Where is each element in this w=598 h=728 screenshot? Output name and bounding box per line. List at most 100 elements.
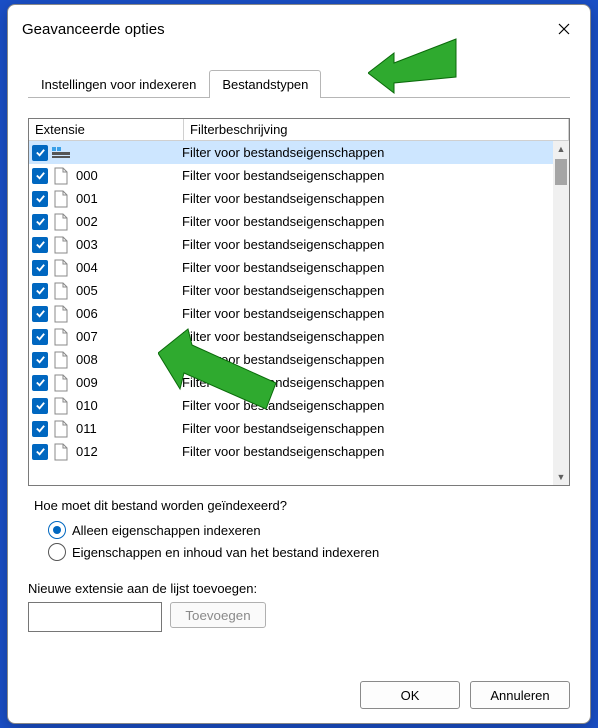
file-icon [52, 374, 70, 392]
extension-cell: 003 [76, 237, 182, 252]
filter-cell: Filter voor bestandseigenschappen [182, 168, 569, 183]
file-types-list[interactable]: Extensie Filterbeschrijving Filter voor … [28, 118, 570, 486]
checkbox[interactable] [32, 444, 48, 460]
checkbox[interactable] [32, 329, 48, 345]
extension-cell: 011 [76, 421, 182, 436]
filter-cell: Filter voor bestandseigenschappen [182, 214, 569, 229]
tab-file-types[interactable]: Bestandstypen [209, 70, 321, 98]
radio-icon [48, 521, 66, 539]
filter-cell: Filter voor bestandseigenschappen [182, 191, 569, 206]
scrollbar-thumb[interactable] [555, 159, 567, 185]
extension-cell: 000 [76, 168, 182, 183]
radio-icon [48, 543, 66, 561]
checkbox[interactable] [32, 214, 48, 230]
file-icon [52, 213, 70, 231]
checkbox[interactable] [32, 375, 48, 391]
filter-cell: Filter voor bestandseigenschappen [182, 329, 569, 344]
file-icon [52, 328, 70, 346]
checkbox[interactable] [32, 283, 48, 299]
indexing-question: Hoe moet dit bestand worden geïndexeerd? [28, 486, 570, 517]
table-row[interactable]: 003Filter voor bestandseigenschappen [29, 233, 569, 256]
checkbox[interactable] [32, 352, 48, 368]
checkbox[interactable] [32, 237, 48, 253]
radio-label: Eigenschappen en inhoud van het bestand … [72, 545, 379, 560]
table-row[interactable]: 009Filter voor bestandseigenschappen [29, 371, 569, 394]
table-row[interactable]: 008Filter voor bestandseigenschappen [29, 348, 569, 371]
file-icon [52, 420, 70, 438]
extension-cell: 001 [76, 191, 182, 206]
new-extension-input[interactable] [28, 602, 162, 632]
file-icon [52, 190, 70, 208]
window-title: Geavanceerde opties [22, 21, 550, 38]
extension-cell: 007 [76, 329, 182, 344]
table-row[interactable]: 005Filter voor bestandseigenschappen [29, 279, 569, 302]
checkbox[interactable] [32, 145, 48, 161]
list-header: Extensie Filterbeschrijving [29, 119, 569, 141]
file-icon [52, 397, 70, 415]
file-icon [52, 443, 70, 461]
file-icon [52, 305, 70, 323]
scrollbar[interactable]: ▲ ▼ [553, 141, 569, 485]
filter-cell: Filter voor bestandseigenschappen [182, 398, 569, 413]
filter-cell: Filter voor bestandseigenschappen [182, 375, 569, 390]
table-row[interactable]: 001Filter voor bestandseigenschappen [29, 187, 569, 210]
checkbox[interactable] [32, 168, 48, 184]
table-row[interactable]: 002Filter voor bestandseigenschappen [29, 210, 569, 233]
new-extension-section: Nieuwe extensie aan de lijst toevoegen: … [28, 571, 570, 632]
extension-cell: 004 [76, 260, 182, 275]
titlebar: Geavanceerde opties [8, 5, 590, 49]
filter-cell: Filter voor bestandseigenschappen [182, 145, 569, 160]
radio-properties-only[interactable]: Alleen eigenschappen indexeren [48, 519, 570, 541]
ok-button[interactable]: OK [360, 681, 460, 709]
close-button[interactable] [550, 15, 578, 43]
advanced-options-dialog: Geavanceerde opties Instellingen voor in… [7, 4, 591, 724]
tab-bar: Instellingen voor indexeren Bestandstype… [28, 69, 570, 98]
checkbox[interactable] [32, 421, 48, 437]
table-row[interactable]: 012Filter voor bestandseigenschappen [29, 440, 569, 463]
extension-cell: 012 [76, 444, 182, 459]
table-row[interactable]: Filter voor bestandseigenschappen [29, 141, 569, 164]
file-icon [52, 351, 70, 369]
table-row[interactable]: 000Filter voor bestandseigenschappen [29, 164, 569, 187]
checkbox[interactable] [32, 398, 48, 414]
tab-indexing-settings[interactable]: Instellingen voor indexeren [28, 70, 209, 98]
file-icon [52, 167, 70, 185]
cancel-button[interactable]: Annuleren [470, 681, 570, 709]
extension-cell: 010 [76, 398, 182, 413]
file-icon [52, 236, 70, 254]
scrollbar-up-arrow[interactable]: ▲ [553, 141, 569, 157]
extension-cell: 006 [76, 306, 182, 321]
scrollbar-down-arrow[interactable]: ▼ [553, 469, 569, 485]
extension-cell: 005 [76, 283, 182, 298]
extension-cell: 008 [76, 352, 182, 367]
indexing-radio-group: Alleen eigenschappen indexeren Eigenscha… [28, 517, 570, 571]
filter-cell: Filter voor bestandseigenschappen [182, 306, 569, 321]
table-row[interactable]: 004Filter voor bestandseigenschappen [29, 256, 569, 279]
table-row[interactable]: 011Filter voor bestandseigenschappen [29, 417, 569, 440]
special-file-icon [52, 144, 70, 162]
column-filter[interactable]: Filterbeschrijving [184, 119, 569, 140]
file-icon [52, 282, 70, 300]
filter-cell: Filter voor bestandseigenschappen [182, 444, 569, 459]
table-row[interactable]: 007Filter voor bestandseigenschappen [29, 325, 569, 348]
table-row[interactable]: 010Filter voor bestandseigenschappen [29, 394, 569, 417]
filter-cell: Filter voor bestandseigenschappen [182, 421, 569, 436]
table-row[interactable]: 006Filter voor bestandseigenschappen [29, 302, 569, 325]
checkbox[interactable] [32, 260, 48, 276]
add-button[interactable]: Toevoegen [170, 602, 266, 628]
filter-cell: Filter voor bestandseigenschappen [182, 283, 569, 298]
column-extension[interactable]: Extensie [29, 119, 184, 140]
file-icon [52, 259, 70, 277]
extension-cell: 002 [76, 214, 182, 229]
radio-properties-and-content[interactable]: Eigenschappen en inhoud van het bestand … [48, 541, 570, 563]
radio-label: Alleen eigenschappen indexeren [72, 523, 261, 538]
dialog-buttons: OK Annuleren [360, 681, 570, 709]
close-icon [558, 23, 570, 35]
filter-cell: Filter voor bestandseigenschappen [182, 260, 569, 275]
checkbox[interactable] [32, 191, 48, 207]
extension-cell: 009 [76, 375, 182, 390]
checkbox[interactable] [32, 306, 48, 322]
new-extension-label: Nieuwe extensie aan de lijst toevoegen: [28, 581, 570, 596]
filter-cell: Filter voor bestandseigenschappen [182, 352, 569, 367]
filter-cell: Filter voor bestandseigenschappen [182, 237, 569, 252]
